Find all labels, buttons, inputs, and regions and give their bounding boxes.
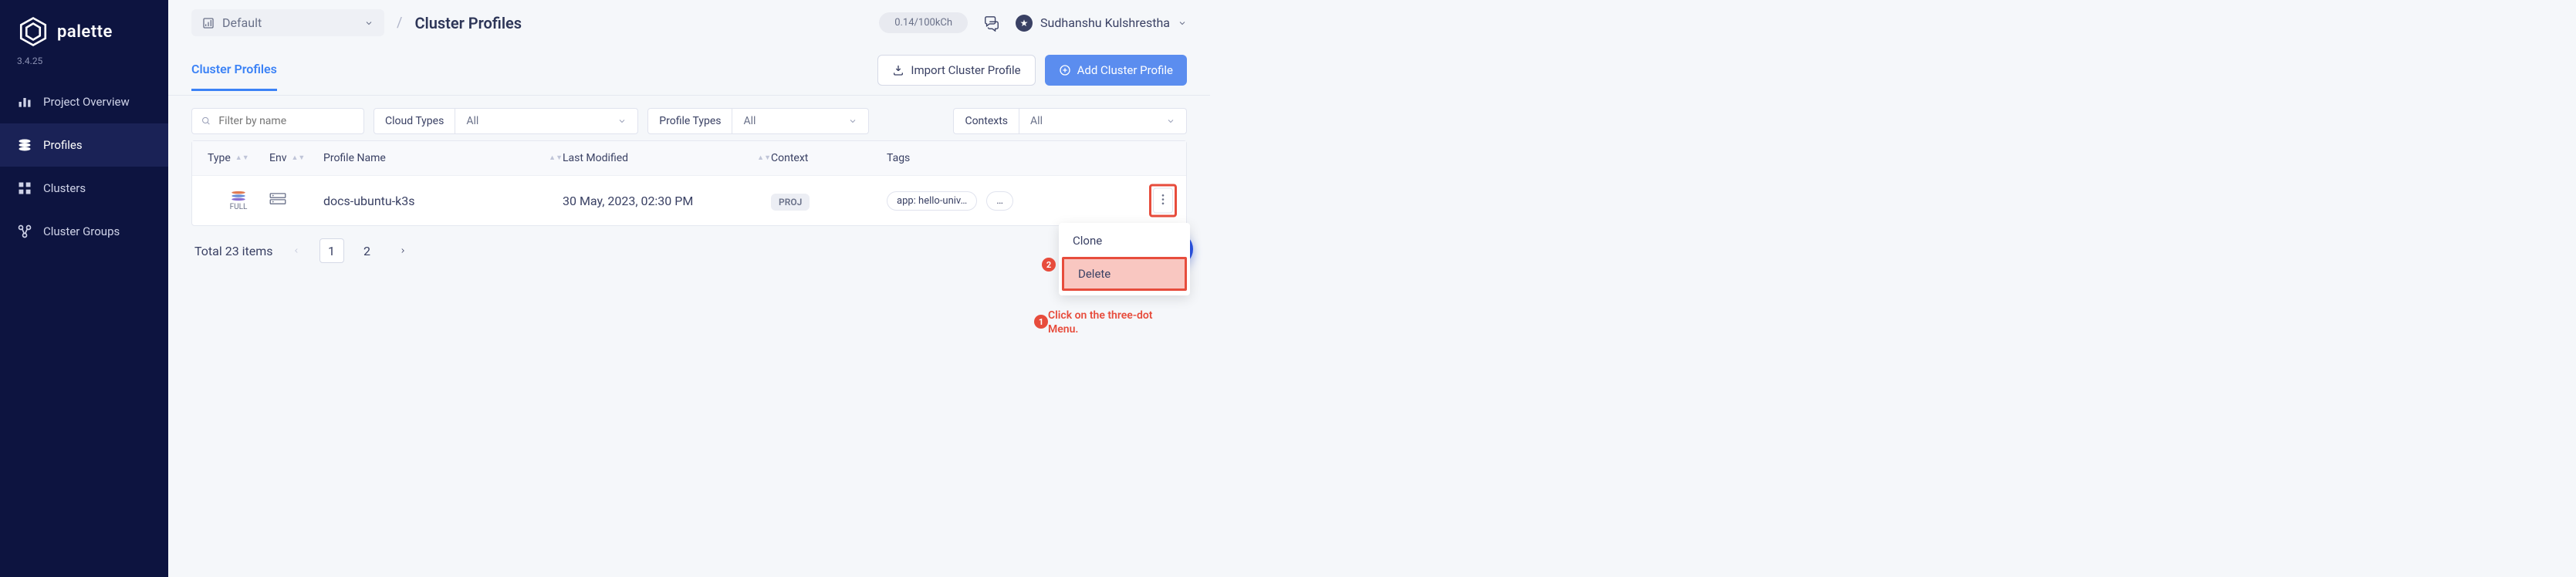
stack-icon [230,191,247,201]
filter-cloud-types: Cloud Types All [374,108,638,134]
user-name: Sudhanshu Kulshrestha [1040,15,1170,30]
chevron-down-icon [617,116,627,126]
filter-cloud-value[interactable]: All [455,109,637,133]
sort-icon: ▲▼ [549,156,563,160]
sort-icon: ▲▼ [291,156,305,160]
page-2-button[interactable]: 2 [355,238,380,263]
nav-label: Cluster Groups [43,224,120,238]
nav-label: Clusters [43,181,86,195]
table-header: Type▲▼ Env▲▼ Profile Name▲▼ Last Modifie… [192,141,1186,175]
chevron-down-icon [364,19,374,28]
filter-profile-value[interactable]: All [732,109,868,133]
import-icon [892,64,904,76]
table-row[interactable]: FULL docs-ubuntu-k3s 30 May, 2023, 02:30… [192,175,1186,225]
sort-icon: ▲▼ [757,156,771,160]
filter-label: Cloud Types [374,109,455,133]
chevron-left-icon [292,247,300,255]
col-type[interactable]: Type▲▼ [208,152,269,164]
cell-context: PROJ [771,194,887,208]
topbar: Default / Cluster Profiles 0.14/100kCh ★… [168,0,1210,46]
brand-name: palette [57,22,113,42]
layers-icon [17,137,32,153]
chart-icon [202,17,215,29]
kebab-icon [1161,194,1165,205]
breadcrumb-current: Cluster Profiles [414,14,522,32]
grid-icon [17,181,32,196]
search-box[interactable] [191,108,364,134]
tab-cluster-profiles[interactable]: Cluster Profiles [191,49,277,91]
chevron-down-icon [1166,116,1175,126]
pagination-total: Total 23 items [194,244,273,258]
content: Cloud Types All Profile Types All Contex… [168,96,1210,278]
add-cluster-profile-button[interactable]: Add Cluster Profile [1045,55,1187,86]
row-actions-button[interactable] [1153,188,1173,214]
col-context: Context [771,152,887,164]
sidebar-item-clusters[interactable]: Clusters [0,167,168,210]
chevron-down-icon [848,116,857,126]
breadcrumb-separator: / [397,15,402,31]
chat-icon[interactable] [983,15,1000,32]
brand: palette [0,15,168,56]
filter-profile-types: Profile Types All [647,108,869,134]
sidebar-item-profiles[interactable]: Profiles [0,123,168,167]
search-icon [201,116,211,127]
annotation-highlight-kebab [1149,184,1177,218]
sidebar: palette 3.4.25 Project Overview Profiles… [0,0,168,577]
col-last-modified[interactable]: Last Modified▲▼ [563,152,771,164]
quota-pill: 0.14/100kCh [879,12,968,33]
col-tags: Tags [887,152,1171,164]
annotation-highlight-delete: Delete [1062,257,1187,291]
nav-label: Project Overview [43,95,130,109]
filter-contexts: Contexts All [953,108,1187,134]
chevron-right-icon [399,247,407,255]
annotation-step-1: 1 [1034,315,1048,329]
filter-label: Contexts [954,109,1019,133]
cell-last-modified: 30 May, 2023, 02:30 PM [563,194,771,208]
sidebar-item-cluster-groups[interactable]: Cluster Groups [0,210,168,253]
context-pill: PROJ [771,194,810,211]
cell-env [269,193,323,208]
annotation-step-2: 2 [1042,258,1056,272]
nav-label: Profiles [43,138,83,152]
cell-profile-name: docs-ubuntu-k3s [323,194,563,208]
subheader: Cluster Profiles Import Cluster Profile … [168,46,1210,96]
pagination: Total 23 items 1 2 [191,226,1187,263]
plus-circle-icon [1059,64,1071,76]
cell-type: FULL [208,190,269,211]
filter-row: Cloud Types All Profile Types All Contex… [191,108,1187,134]
search-input[interactable] [218,115,354,127]
chevron-down-icon [1178,19,1187,28]
page-next-button[interactable] [390,238,415,263]
profiles-table: Type▲▼ Env▲▼ Profile Name▲▼ Last Modifie… [191,140,1187,226]
col-env[interactable]: Env▲▼ [269,152,323,164]
page-1-button[interactable]: 1 [319,238,344,263]
annotation-text: Click on the three-dot Menu. [1048,309,1179,336]
sidebar-item-project-overview[interactable]: Project Overview [0,80,168,123]
page-prev-button[interactable] [284,238,309,263]
bar-chart-icon [17,94,32,110]
col-profile-name[interactable]: Profile Name▲▼ [323,152,563,164]
main: Default / Cluster Profiles 0.14/100kCh ★… [168,0,1210,577]
version-label: 3.4.25 [0,56,168,80]
cell-tags: app: hello-univ… … [887,191,1171,211]
filter-label: Profile Types [648,109,732,133]
project-name: Default [222,15,262,30]
filter-context-value[interactable]: All [1019,109,1186,133]
star-badge-icon: ★ [1016,15,1033,32]
import-cluster-profile-button[interactable]: Import Cluster Profile [877,55,1035,86]
sort-icon: ▲▼ [235,156,249,160]
user-menu[interactable]: ★ Sudhanshu Kulshrestha [1016,15,1187,32]
tag-chip: app: hello-univ… [887,191,977,211]
menu-item-delete[interactable]: Delete [1064,259,1185,288]
tag-chip-more[interactable]: … [986,191,1013,211]
menu-item-clone[interactable]: Clone [1059,226,1190,255]
row-actions-menu: Clone Delete [1059,223,1190,295]
server-icon [269,193,286,205]
cluster-group-icon [17,224,32,239]
project-selector[interactable]: Default [191,9,384,36]
palette-logo-icon [17,15,49,48]
